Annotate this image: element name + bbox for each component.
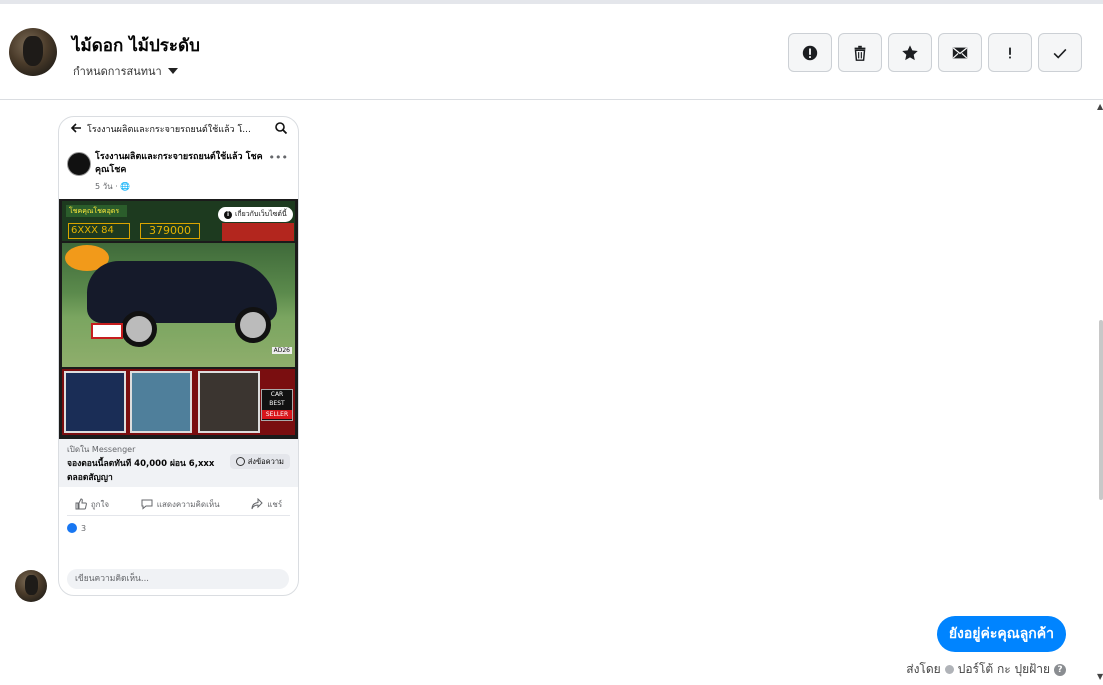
scroll-up-icon[interactable]: ▲ — [1097, 102, 1103, 111]
header-actions — [788, 33, 1082, 72]
car-wheel — [235, 307, 271, 343]
message-thread[interactable]: โรงงานผลิตและกระจายรถยนต์ใช้แล้ว โ... โร… — [0, 100, 1103, 685]
report-button[interactable] — [788, 33, 832, 72]
important-button[interactable] — [988, 33, 1032, 72]
outgoing-message-bubble[interactable]: ยังอยู่ค่ะคุณลูกค้า — [936, 616, 1066, 652]
image-red-box — [222, 223, 294, 241]
conversation-header: ไม้ดอก ไม้ประดับ กำหนดการสนทนา — [0, 4, 1103, 100]
sender-name: ปอร์โต้ กะ ปุยฝ้าย — [957, 662, 1050, 676]
messenger-icon — [235, 457, 245, 466]
help-icon[interactable]: ? — [1054, 663, 1066, 676]
star-button[interactable] — [888, 33, 932, 72]
contact-name[interactable]: ไม้ดอก ไม้ประดับ — [72, 32, 200, 59]
about-site-badge: i เกี่ยวกับเว็บไซต์นี้ — [218, 207, 293, 222]
star-icon — [902, 44, 918, 60]
page-logo — [67, 152, 91, 176]
image-badge: โชคคุณโชคอุดร — [66, 205, 127, 217]
share-icon — [251, 498, 263, 510]
image-price-center: 379000 — [140, 223, 200, 239]
assign-label: กำหนดการสนทนา — [73, 65, 162, 78]
comment-action: แสดงความคิดเห็น — [141, 495, 220, 513]
comment-label: แสดงความคิดเห็น — [156, 499, 220, 509]
scrollbar[interactable]: ▲ ▼ — [1097, 100, 1103, 685]
post-header: โรงงานผลิตและกระจายรถยนต์ใช้แล้ว โชคคุณโ… — [59, 147, 298, 195]
thumbnail — [64, 371, 126, 433]
best-seller-badge: CAR BEST SELLER — [261, 389, 293, 421]
exclamation-circle-icon — [802, 45, 818, 60]
cta-headline: จองตอนนี้ลดทันที 40,000 ผ่อน 6,xxx ตลอดส… — [67, 459, 215, 483]
comment-icon — [141, 499, 153, 510]
post-actions: ถูกใจ แสดงความคิดเห็น แชร์ — [59, 495, 298, 513]
comment-input: เขียนความคิดเห็น... — [67, 569, 289, 589]
info-icon: i — [224, 210, 232, 219]
page-name: โรงงานผลิตและกระจายรถยนต์ใช้แล้ว โชคคุณโ… — [95, 152, 263, 175]
cta-source: เปิดใน Messenger — [67, 445, 136, 454]
done-button[interactable] — [1038, 33, 1082, 72]
shared-post-screenshot[interactable]: โรงงานผลิตและกระจายรถยนต์ใช้แล้ว โ... โร… — [58, 116, 299, 596]
send-message-button: ส่งข้อความ — [229, 454, 290, 469]
screenshot-title: โรงงานผลิตและกระจายรถยนต์ใช้แล้ว โ... — [87, 125, 251, 135]
thumbnail — [198, 371, 260, 433]
like-reaction-icon — [67, 523, 77, 533]
thumbnail — [130, 371, 192, 433]
best-seller-line: SELLER — [262, 410, 292, 419]
envelope-icon — [952, 47, 968, 58]
share-label: แชร์ — [267, 499, 283, 509]
assign-conversation-dropdown[interactable]: กำหนดการสนทนา — [73, 62, 178, 80]
best-seller-line: CAR — [270, 391, 284, 398]
image-thumbnails: CAR BEST SELLER — [62, 369, 295, 435]
image-price-left: 6XXX 84 — [68, 223, 130, 239]
like-action: ถูกใจ — [75, 495, 109, 513]
sender-avatar[interactable] — [15, 570, 47, 602]
reactions: 3 — [67, 523, 86, 533]
sent-by-label: ส่งโดย — [906, 662, 941, 676]
thumbs-up-icon — [75, 498, 87, 510]
send-message-label: ส่งข้อความ — [247, 456, 284, 466]
mark-unread-button[interactable] — [938, 33, 982, 72]
divider — [67, 515, 290, 516]
scroll-thumb[interactable] — [1099, 320, 1103, 500]
back-arrow-icon — [70, 123, 81, 133]
search-icon — [275, 122, 288, 135]
ad-code: AD26 — [271, 347, 292, 354]
like-label: ถูกใจ — [90, 499, 110, 509]
checkmark-icon — [1053, 48, 1067, 59]
reactions-count: 3 — [81, 523, 87, 533]
contact-avatar[interactable] — [9, 28, 57, 76]
post-time: 5 วัน · — [95, 182, 121, 191]
trash-icon — [854, 45, 866, 61]
best-seller-line: BEST — [269, 400, 285, 407]
caret-down-icon — [167, 68, 178, 74]
sold-plate — [91, 323, 123, 339]
scroll-down-icon[interactable]: ▼ — [1097, 672, 1103, 681]
globe-icon: 🌐 — [120, 182, 131, 191]
verified-icon — [944, 665, 954, 674]
post-image: โชคคุณโชคอุดร 6XXX 84 379000 i เกี่ยวกับเ… — [59, 199, 298, 439]
post-meta: 5 วัน · 🌐 — [95, 180, 130, 193]
post-cta: เปิดใน Messenger จองตอนนี้ลดทันที 40,000… — [59, 439, 298, 487]
sent-by-info: ส่งโดย ปอร์โต้ กะ ปุยฝ้าย ? — [906, 660, 1066, 679]
share-action: แชร์ — [251, 495, 282, 513]
delete-button[interactable] — [838, 33, 882, 72]
car-wheel — [121, 311, 157, 347]
more-options-icon: ••• — [268, 151, 288, 164]
screenshot-topbar: โรงงานผลิตและกระจายรถยนต์ใช้แล้ว โ... — [59, 117, 298, 139]
exclamation-icon — [1009, 47, 1011, 58]
image-top-banner: โชคคุณโชคอุดร 6XXX 84 379000 i เกี่ยวกับเ… — [62, 201, 295, 241]
about-site-label: เกี่ยวกับเว็บไซต์นี้ — [235, 210, 287, 218]
